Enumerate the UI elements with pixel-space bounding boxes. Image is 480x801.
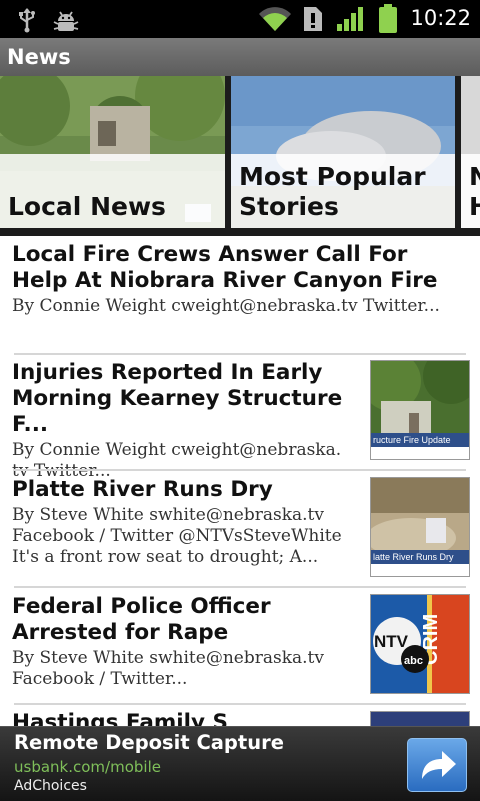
app-title: News (7, 45, 71, 69)
story-thumbnail[interactable] (370, 711, 470, 726)
action-bar: News (0, 38, 480, 77)
tile-most-popular[interactable]: Most Popular Stories (231, 76, 455, 228)
story-headline: Local Fire Crews Answer Call For Help At… (12, 242, 438, 293)
alert-icon (304, 7, 322, 31)
svg-text:latte River Runs Dry: latte River Runs Dry (373, 552, 454, 562)
story-item[interactable]: Federal Police Officer Arrested for Rape… (12, 594, 357, 690)
tile-local-news[interactable]: Local News (0, 76, 225, 228)
ad-go-button[interactable] (407, 738, 467, 792)
story-headline: Platte River Runs Dry (12, 477, 273, 502)
status-bar: 10:22 (0, 0, 480, 38)
story-summary: By Connie Weight cweight@nebraska.tv Twi… (12, 296, 440, 316)
story-summary: By Connie Weight cweight@nebraska. tv Tw… (12, 440, 342, 481)
svg-text:ructure Fire Update: ructure Fire Update (373, 435, 451, 445)
story-item[interactable]: Injuries Reported In Early Morning Kearn… (12, 360, 357, 482)
ad-url[interactable]: usbank.com/mobile (14, 758, 161, 776)
story-image (371, 712, 469, 726)
tile-partial[interactable]: N H (461, 76, 480, 228)
ad-headline[interactable]: Remote Deposit Capture (14, 731, 284, 754)
svg-text:abc: abc (404, 655, 423, 667)
tile-label: N H (469, 162, 480, 221)
story-thumbnail[interactable]: ructure Fire Update (370, 360, 470, 460)
usb-icon (19, 8, 35, 33)
wifi-icon (259, 7, 291, 32)
story-summary: By Steve White swhite@nebraska.tv Facebo… (12, 648, 324, 689)
story-thumbnail[interactable]: latte River Runs Dry (370, 477, 470, 577)
story-headline: Hastings Family S (12, 710, 228, 726)
tile-label: Local News (8, 192, 166, 221)
house-fire-image: ructure Fire Update (371, 361, 469, 459)
divider (14, 703, 466, 705)
ad-choices[interactable]: AdChoices (14, 778, 87, 794)
crime-logo-image: CRIM NTV abc (371, 595, 469, 693)
divider (14, 586, 466, 588)
story-thumbnail[interactable]: CRIM NTV abc (370, 594, 470, 694)
category-carousel[interactable]: Local News Most Popular Stories N H (0, 76, 480, 236)
tile-label: Most Popular Stories (239, 162, 426, 221)
divider (14, 469, 466, 471)
ad-banner[interactable]: Remote Deposit Capture usbank.com/mobile… (0, 726, 480, 801)
svg-text:NTV: NTV (374, 632, 409, 651)
story-headline: Injuries Reported In Early Morning Kearn… (12, 360, 343, 437)
signal-icon (337, 7, 363, 31)
clock: 10:22 (410, 6, 471, 30)
story-item[interactable]: Hastings Family S (12, 710, 357, 726)
story-item[interactable]: Platte River Runs Dry By Steve White swh… (12, 477, 357, 568)
divider (14, 353, 466, 355)
story-headline: Federal Police Officer Arrested for Rape (12, 594, 271, 645)
debug-icon (53, 11, 79, 31)
share-arrow-icon (422, 751, 456, 779)
dry-riverbed-image: latte River Runs Dry (371, 478, 469, 576)
story-item[interactable]: Local Fire Crews Answer Call For Help At… (12, 242, 467, 317)
story-summary: By Steve White swhite@nebraska.tv Facebo… (12, 505, 342, 567)
story-list[interactable]: Local Fire Crews Answer Call For Help At… (0, 236, 480, 726)
battery-icon (379, 4, 397, 33)
